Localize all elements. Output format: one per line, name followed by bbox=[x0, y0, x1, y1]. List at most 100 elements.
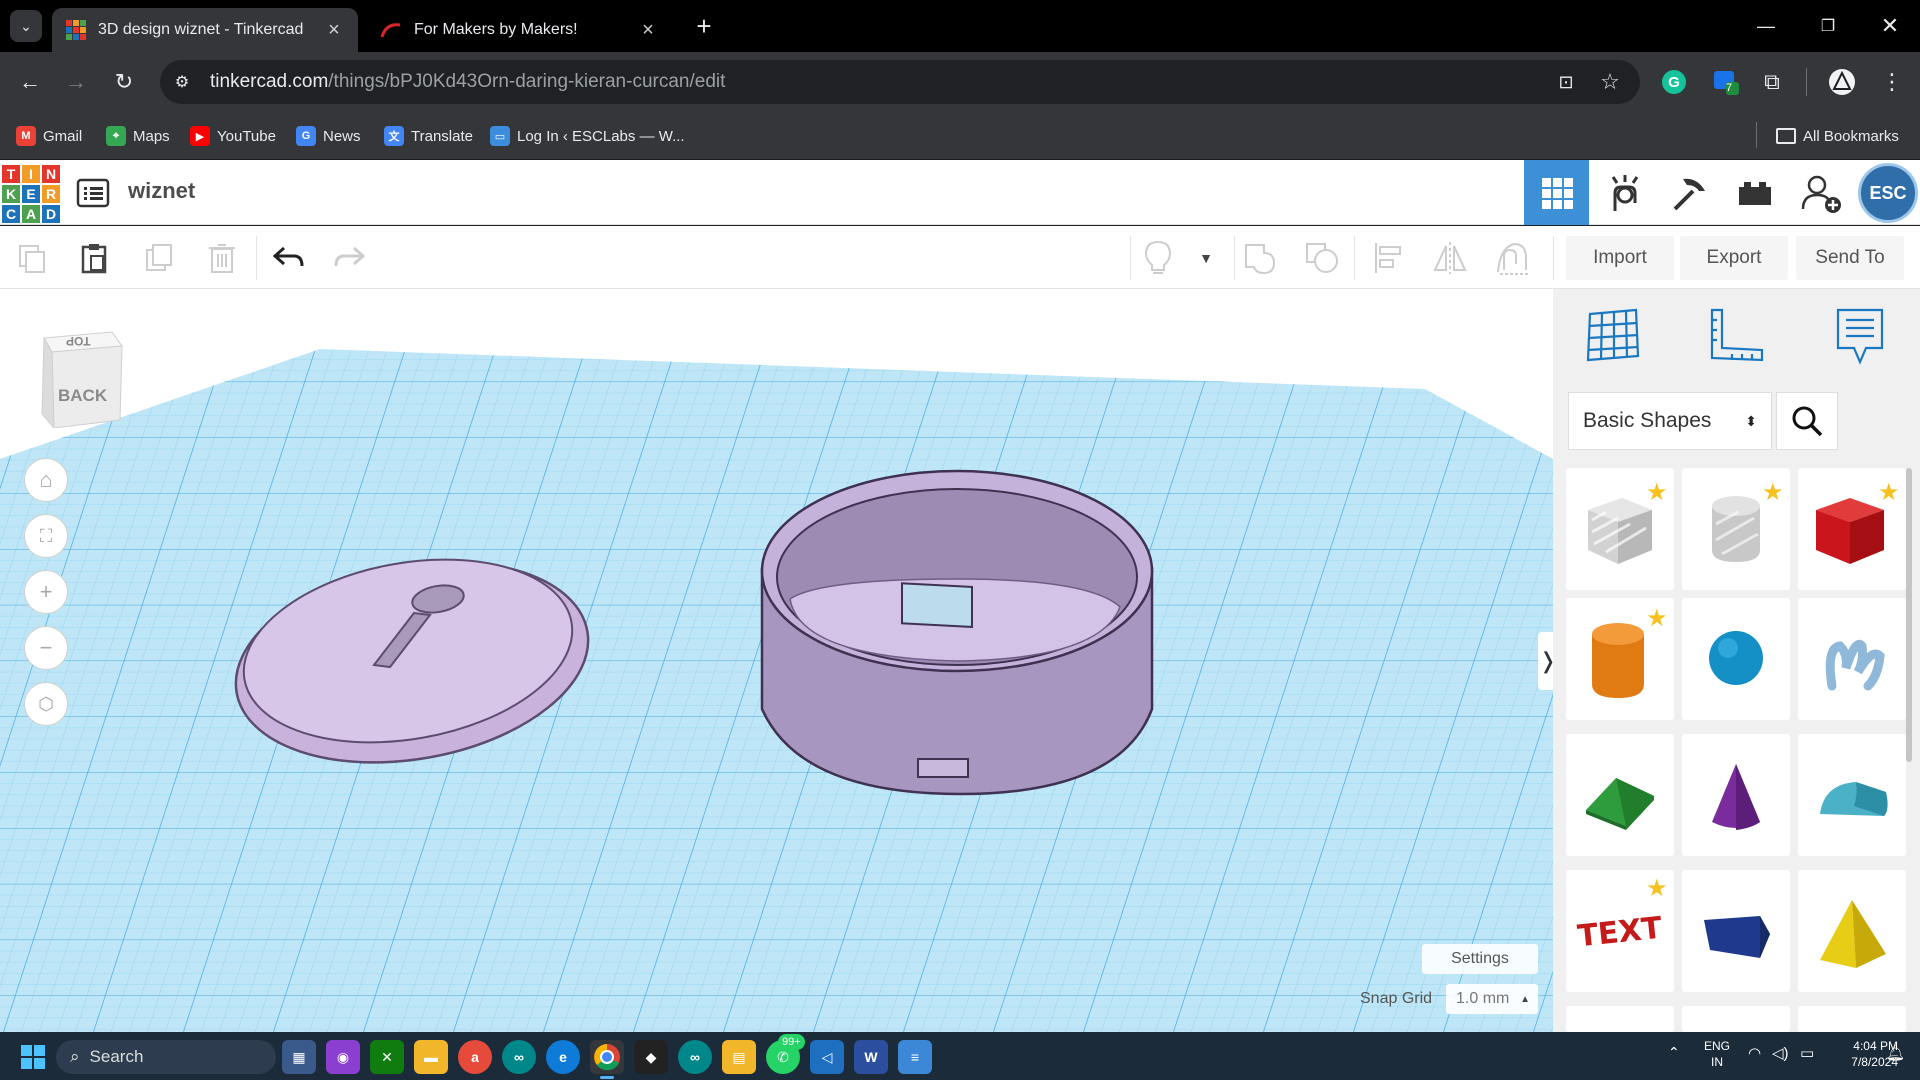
snap-grid-select[interactable]: 1.0 mm ▲ bbox=[1446, 984, 1538, 1014]
design-list-icon[interactable] bbox=[76, 176, 110, 210]
extensions-puzzle-icon[interactable]: ⧉ bbox=[1756, 66, 1788, 98]
word-icon[interactable]: W bbox=[854, 1040, 888, 1074]
build-icon[interactable] bbox=[1656, 160, 1721, 225]
bookmark-translate[interactable]: 文 Translate bbox=[384, 122, 473, 150]
taskbar-search[interactable]: ⌕ Search bbox=[56, 1040, 276, 1074]
zoom-out-icon[interactable]: − bbox=[24, 626, 68, 670]
browser-menu-icon[interactable]: ⋮ bbox=[1876, 66, 1908, 98]
arduino-ide-icon[interactable]: ∞ bbox=[678, 1040, 712, 1074]
bookmark-esclabs[interactable]: ▭ Log In ‹ ESCLabs — W... bbox=[490, 122, 685, 150]
new-tab-button[interactable]: + bbox=[688, 10, 720, 42]
url-text[interactable]: tinkercad.com/things/bPJ0Kd43Orn-daring-… bbox=[210, 71, 725, 93]
folder-app-icon[interactable]: ▤ bbox=[722, 1040, 756, 1074]
vscode-icon[interactable]: ◁ bbox=[810, 1040, 844, 1074]
battery-icon[interactable]: ▭ bbox=[1800, 1044, 1814, 1062]
shape-text[interactable]: TEXT ★ bbox=[1566, 870, 1674, 992]
lightbulb-icon[interactable] bbox=[1136, 236, 1180, 280]
workplane-viewport[interactable] bbox=[0, 289, 1553, 1032]
favorite-star-icon[interactable]: ★ bbox=[1646, 478, 1668, 507]
back-icon[interactable]: ← bbox=[14, 66, 46, 98]
shape-roof[interactable] bbox=[1566, 734, 1674, 856]
duplicate-icon[interactable] bbox=[138, 236, 182, 280]
settings-button[interactable]: Settings bbox=[1422, 944, 1538, 974]
all-bookmarks-button[interactable]: All Bookmarks bbox=[1776, 122, 1899, 150]
site-info-icon[interactable]: ⚙ bbox=[166, 66, 198, 98]
send-to-button[interactable]: Send To bbox=[1796, 236, 1904, 280]
fit-view-icon[interactable]: ⛶ bbox=[24, 514, 68, 558]
shape-pyramid[interactable] bbox=[1798, 870, 1906, 992]
design-name[interactable]: wiznet bbox=[128, 178, 195, 204]
forward-icon[interactable]: → bbox=[60, 66, 92, 98]
search-shapes-button[interactable] bbox=[1776, 392, 1838, 450]
workplane-canvas[interactable] bbox=[0, 289, 1553, 1032]
shape-cylinder-hole[interactable]: ★ bbox=[1682, 468, 1790, 590]
export-button[interactable]: Export bbox=[1680, 236, 1788, 280]
wifi-icon[interactable]: ◠ bbox=[1748, 1044, 1761, 1062]
box-shape[interactable] bbox=[760, 469, 1154, 796]
workplane-icon[interactable] bbox=[1584, 306, 1642, 364]
paste-icon[interactable] bbox=[72, 236, 116, 280]
shape-round-roof[interactable] bbox=[1798, 734, 1906, 856]
favorite-star-icon[interactable]: ★ bbox=[1762, 478, 1784, 507]
notifications-icon[interactable]: 🔔︎ bbox=[1886, 1044, 1905, 1062]
bookmark-maps[interactable]: ⌖ Maps bbox=[106, 122, 170, 150]
windows-start-icon[interactable] bbox=[16, 1040, 50, 1074]
shape-tile-partial[interactable] bbox=[1798, 1006, 1906, 1032]
favorite-star-icon[interactable]: ★ bbox=[1646, 874, 1668, 903]
shape-cylinder[interactable]: ★ bbox=[1566, 598, 1674, 720]
restore-icon[interactable]: ❐ bbox=[1798, 0, 1858, 52]
profile-avatar[interactable] bbox=[1826, 66, 1858, 98]
3d-view-icon[interactable] bbox=[1524, 160, 1589, 225]
bricks-icon[interactable] bbox=[1722, 160, 1787, 225]
tab-search-dropdown[interactable]: ⌄ bbox=[10, 10, 42, 42]
shapes-scrollbar[interactable] bbox=[1906, 468, 1912, 762]
delete-icon[interactable] bbox=[200, 236, 244, 280]
invite-user-icon[interactable] bbox=[1788, 160, 1853, 225]
shape-sphere[interactable] bbox=[1682, 598, 1790, 720]
shape-cone[interactable] bbox=[1682, 734, 1790, 856]
app-icon[interactable]: a bbox=[458, 1040, 492, 1074]
tab-makers[interactable]: For Makers by Makers! × bbox=[366, 8, 672, 52]
align-icon[interactable] bbox=[1366, 236, 1410, 280]
group-icon[interactable] bbox=[1238, 236, 1282, 280]
close-window-icon[interactable]: ✕ bbox=[1860, 0, 1920, 52]
reload-icon[interactable]: ↻ bbox=[108, 66, 140, 98]
camera-app-icon[interactable]: ◉ bbox=[326, 1040, 360, 1074]
chrome-icon[interactable] bbox=[590, 1040, 624, 1074]
mirror-icon[interactable] bbox=[1428, 236, 1472, 280]
shape-box[interactable]: ★ bbox=[1798, 468, 1906, 590]
orthographic-icon[interactable]: ⬡ bbox=[24, 682, 68, 726]
home-view-icon[interactable]: ⌂ bbox=[24, 458, 68, 502]
store-icon[interactable]: ▦ bbox=[282, 1040, 316, 1074]
close-tab-icon[interactable]: × bbox=[324, 19, 344, 42]
redo-icon[interactable] bbox=[328, 236, 372, 280]
bookmark-gmail[interactable]: M Gmail bbox=[16, 122, 82, 150]
tinkercad-logo[interactable]: T I N K E R C A D bbox=[2, 165, 60, 223]
lightbulb-dropdown-icon[interactable]: ▼ bbox=[1184, 236, 1228, 280]
shape-scribble[interactable] bbox=[1798, 598, 1906, 720]
shape-tile-partial[interactable] bbox=[1682, 1006, 1790, 1032]
zoom-in-icon[interactable]: + bbox=[24, 570, 68, 614]
favorite-star-icon[interactable]: ★ bbox=[1646, 604, 1668, 633]
install-app-icon[interactable]: ⊡ bbox=[1550, 66, 1582, 98]
bookmark-news[interactable]: G News bbox=[296, 122, 361, 150]
user-avatar[interactable]: ESC bbox=[1858, 163, 1918, 223]
edge-icon[interactable]: e bbox=[546, 1040, 580, 1074]
shape-box-hole[interactable]: ★ bbox=[1566, 468, 1674, 590]
shape-polygon[interactable] bbox=[1682, 870, 1790, 992]
ruler-icon[interactable] bbox=[1706, 306, 1766, 366]
xbox-icon[interactable]: ✕ bbox=[370, 1040, 404, 1074]
ungroup-icon[interactable] bbox=[1300, 236, 1344, 280]
bookmark-star-icon[interactable]: ☆ bbox=[1594, 66, 1626, 98]
import-button[interactable]: Import bbox=[1566, 236, 1674, 280]
copy-icon[interactable] bbox=[10, 236, 54, 280]
close-tab-icon[interactable]: × bbox=[638, 19, 658, 42]
simulate-icon[interactable] bbox=[1590, 160, 1655, 225]
shape-library-select[interactable]: Basic Shapes ⬍ bbox=[1568, 392, 1772, 450]
notes-icon[interactable] bbox=[1832, 306, 1888, 368]
shape-tile-partial[interactable] bbox=[1566, 1006, 1674, 1032]
notepad-icon[interactable]: ≡ bbox=[898, 1040, 932, 1074]
bookmark-youtube[interactable]: ▶ YouTube bbox=[190, 122, 276, 150]
file-explorer-icon[interactable]: ▬ bbox=[414, 1040, 448, 1074]
volume-icon[interactable]: ◁) bbox=[1772, 1044, 1789, 1062]
